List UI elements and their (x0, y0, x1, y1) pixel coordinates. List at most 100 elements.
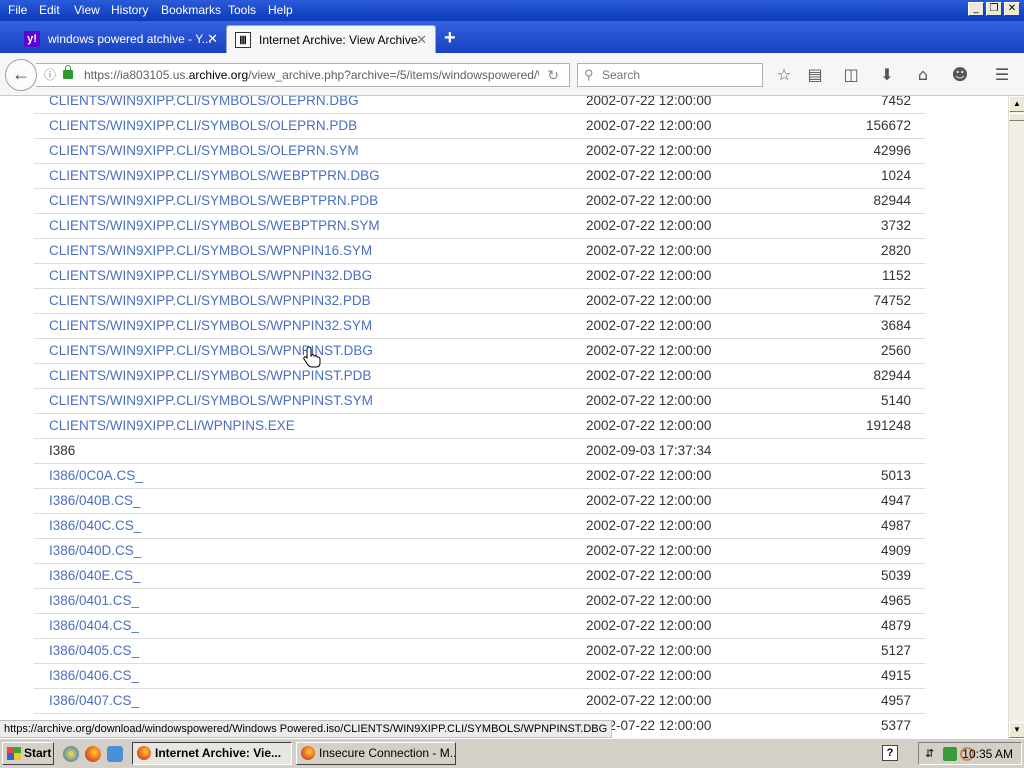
close-window-button[interactable]: ✕ (1004, 2, 1020, 16)
menu-view[interactable]: View (74, 3, 100, 17)
hamburger-menu-icon[interactable]: ☰ (992, 65, 1012, 85)
file-date-cell: 2002-07-22 12:00:00 (586, 693, 712, 708)
file-name-cell: CLIENTS/WIN9XIPP.CLI/SYMBOLS/WPNPIN32.DB… (34, 263, 586, 288)
reading-list-icon[interactable]: ▤ (805, 65, 825, 85)
restore-button[interactable]: ❐ (986, 2, 1002, 16)
file-size-cell: 4915 (880, 668, 911, 683)
file-link[interactable]: I386/0404.CS_ (49, 618, 139, 633)
help-icon[interactable]: ? (882, 745, 898, 761)
table-row: CLIENTS/WIN9XIPP.CLI/WPNPINS.EXE 2002-07-… (34, 413, 925, 438)
file-link[interactable]: CLIENTS/WIN9XIPP.CLI/SYMBOLS/WPNPIN32.PD… (49, 293, 371, 308)
file-link[interactable]: CLIENTS/WIN9XIPP.CLI/SYMBOLS/WPNPIN16.SY… (49, 243, 372, 258)
archive-file-table: CLIENTS/WIN9XIPP.CLI/SYMBOLS/OLEPRN.DBG 2… (34, 96, 925, 738)
file-name-cell: CLIENTS/WIN9XIPP.CLI/SYMBOLS/WPNPIN16.SY… (34, 238, 586, 263)
firefox-icon (301, 746, 315, 760)
tab-strip: y! windows powered atchive - Y... ✕ Ⅲ In… (0, 21, 1024, 53)
file-link[interactable]: CLIENTS/WIN9XIPP.CLI/SYMBOLS/WPNPINST.PD… (49, 368, 371, 383)
taskbar-button-label: Insecure Connection - M... (319, 746, 456, 760)
table-row: CLIENTS/WIN9XIPP.CLI/SYMBOLS/WEBPTPRN.DB… (34, 163, 925, 188)
network-icon[interactable] (943, 747, 957, 761)
file-link[interactable]: CLIENTS/WIN9XIPP.CLI/SYMBOLS/WEBPTPRN.DB… (49, 168, 380, 183)
file-link[interactable]: CLIENTS/WIN9XIPP.CLI/SYMBOLS/OLEPRN.DBG (49, 96, 359, 108)
tab-title: windows powered atchive - Y... (48, 32, 212, 46)
info-icon[interactable]: ⓘ (44, 64, 56, 86)
url-path: /view_archive.php?archive=/5/items/windo… (248, 68, 539, 82)
smiley-icon[interactable]: ☻ (950, 65, 970, 85)
home-icon[interactable]: ⌂ (913, 65, 933, 85)
file-link[interactable]: CLIENTS/WIN9XIPP.CLI/WPNPINS.EXE (49, 418, 295, 433)
table-row: I386/0406.CS_ 2002-07-22 12:00:00 4915 (34, 663, 925, 688)
file-link[interactable]: CLIENTS/WIN9XIPP.CLI/SYMBOLS/WEBPTPRN.SY… (49, 218, 380, 233)
folder-name: I386 (49, 443, 76, 458)
file-link[interactable]: I386/040D.CS_ (49, 543, 141, 558)
close-tab-icon[interactable]: ✕ (416, 32, 427, 48)
taskbar-button-internet-archive[interactable]: Internet Archive: Vie... (132, 742, 292, 765)
tray-arrows-icon[interactable]: ⇵ (925, 747, 939, 761)
table-row: CLIENTS/WIN9XIPP.CLI/SYMBOLS/WPNPINST.SY… (34, 388, 925, 413)
file-link[interactable]: CLIENTS/WIN9XIPP.CLI/SYMBOLS/WPNPIN32.DB… (49, 268, 372, 283)
file-link[interactable]: I386/0407.CS_ (49, 693, 139, 708)
file-date-cell: 2002-07-22 12:00:00 (586, 643, 712, 658)
status-link-preview: https://archive.org/download/windowspowe… (0, 720, 613, 738)
file-link[interactable]: CLIENTS/WIN9XIPP.CLI/SYMBOLS/WEBPTPRN.PD… (49, 193, 378, 208)
file-link[interactable]: I386/040B.CS_ (49, 493, 141, 508)
menu-tools[interactable]: Tools (228, 3, 256, 17)
menu-file[interactable]: File (8, 3, 27, 17)
menu-bookmarks[interactable]: Bookmarks (161, 3, 221, 17)
close-tab-icon[interactable]: ✕ (207, 31, 218, 47)
star-icon[interactable]: ☆ (774, 65, 794, 85)
file-link[interactable]: I386/040C.CS_ (49, 518, 141, 533)
file-link[interactable]: I386/0C0A.CS_ (49, 468, 143, 483)
taskbar-button-label: Internet Archive: Vie... (155, 746, 282, 760)
file-link[interactable]: CLIENTS/WIN9XIPP.CLI/SYMBOLS/OLEPRN.SYM (49, 143, 359, 158)
vertical-scrollbar[interactable]: ▲ ▼ (1008, 96, 1024, 738)
file-size-cell (786, 438, 925, 463)
taskbar: Start Internet Archive: Vie... Insecure … (0, 738, 1024, 768)
file-link[interactable]: CLIENTS/WIN9XIPP.CLI/SYMBOLS/WPNPINST.DB… (49, 343, 373, 358)
file-date-cell: 2002-07-22 12:00:00 (586, 343, 712, 358)
file-link[interactable]: I386/0406.CS_ (49, 668, 139, 683)
reload-icon[interactable]: ↻ (547, 64, 559, 86)
search-box[interactable]: ⚲ (577, 63, 763, 87)
download-icon[interactable]: ⬇ (877, 65, 897, 85)
file-link[interactable]: I386/0405.CS_ (49, 643, 139, 658)
pocket-icon[interactable]: ◫ (841, 65, 861, 85)
file-size-cell: 3732 (880, 218, 911, 233)
file-date-cell: 2002-07-22 12:00:00 (586, 118, 712, 133)
start-button[interactable]: Start (2, 742, 54, 765)
menu-help[interactable]: Help (268, 3, 293, 17)
new-tab-plus-icon[interactable]: + (444, 27, 456, 50)
file-link[interactable]: I386/0401.CS_ (49, 593, 139, 608)
tab-internet-archive[interactable]: Ⅲ Internet Archive: View Archive ✕ (226, 25, 436, 53)
file-link[interactable]: CLIENTS/WIN9XIPP.CLI/SYMBOLS/OLEPRN.PDB (49, 118, 357, 133)
tab-yahoo-search[interactable]: y! windows powered atchive - Y... ✕ (16, 25, 226, 53)
file-name-cell: I386/0401.CS_ (34, 588, 586, 613)
file-name-cell: I386/040D.CS_ (34, 538, 586, 563)
menu-edit[interactable]: Edit (39, 3, 60, 17)
scroll-down-arrow-icon[interactable]: ▼ (1009, 722, 1024, 738)
file-date-cell: 2002-07-22 12:00:00 (586, 268, 712, 283)
file-date-cell: 2002-07-22 12:00:00 (586, 218, 712, 233)
file-name-cell: CLIENTS/WIN9XIPP.CLI/SYMBOLS/WPNPIN32.PD… (34, 288, 586, 313)
scroll-up-arrow-icon[interactable]: ▲ (1009, 96, 1024, 112)
scrollbar-thumb[interactable] (1009, 113, 1024, 121)
file-size-cell: 7452 (880, 96, 911, 108)
menu-history[interactable]: History (111, 3, 148, 17)
file-link[interactable]: CLIENTS/WIN9XIPP.CLI/SYMBOLS/WPNPINST.SY… (49, 393, 373, 408)
minimize-button[interactable]: _ (968, 2, 984, 16)
menu-view-label: View (74, 3, 100, 17)
file-link[interactable]: CLIENTS/WIN9XIPP.CLI/SYMBOLS/WPNPIN32.SY… (49, 318, 372, 333)
file-name-cell: CLIENTS/WIN9XIPP.CLI/SYMBOLS/WPNPIN32.SY… (34, 313, 586, 338)
taskbar-button-insecure-connection[interactable]: Insecure Connection - M... (296, 742, 456, 765)
file-date-cell: 2002-07-22 12:00:00 (586, 618, 712, 633)
show-desktop-icon[interactable] (107, 746, 123, 762)
firefox-quicklaunch-icon[interactable] (85, 746, 101, 762)
file-date-cell: 2002-07-22 12:00:00 (586, 96, 712, 108)
file-size-cell: 82944 (873, 193, 911, 208)
search-input[interactable] (602, 66, 757, 84)
file-name-cell: I386/040E.CS_ (34, 563, 586, 588)
ie-quicklaunch-icon[interactable] (63, 746, 79, 762)
back-button[interactable]: ← (5, 59, 37, 91)
file-link[interactable]: I386/040E.CS_ (49, 568, 141, 583)
url-bar[interactable]: ⓘ https://ia803105.us.archive.org/view_a… (36, 63, 570, 87)
